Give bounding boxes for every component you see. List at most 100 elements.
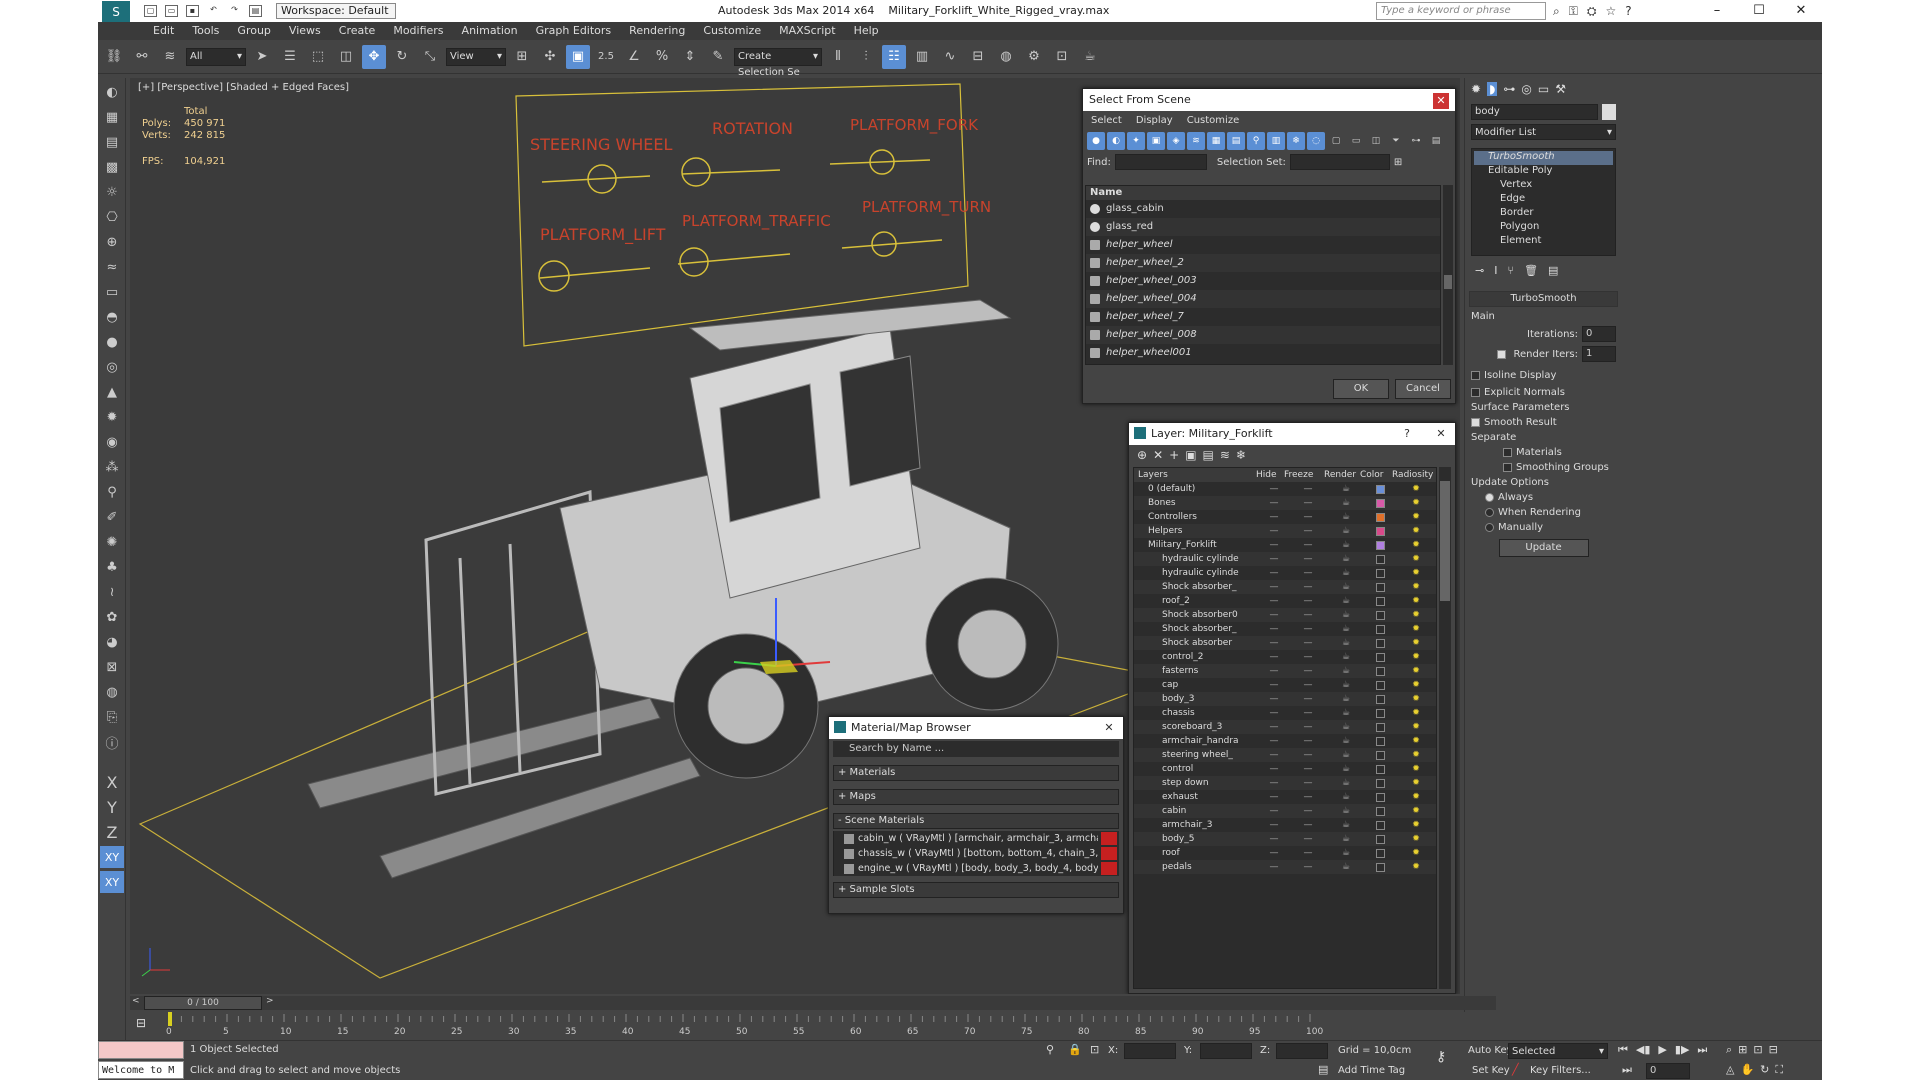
layer-row[interactable]: 0 (default) — — ☕ ✹ <box>1134 482 1436 496</box>
stack-edge[interactable]: Edge <box>1474 193 1613 207</box>
current-time-marker[interactable] <box>168 1012 172 1026</box>
filter-xrefs-icon[interactable]: ▤ <box>1227 132 1245 150</box>
close-icon[interactable]: ✕ <box>1433 426 1449 442</box>
layer-freeze-toggle-icon[interactable]: — <box>1288 538 1328 552</box>
isolate-selection-icon[interactable]: ⚲ <box>1046 1043 1054 1056</box>
cancel-button[interactable]: Cancel <box>1395 379 1451 399</box>
layer-render-toggle-icon[interactable]: ☕ <box>1328 622 1364 636</box>
section-sample-slots[interactable]: + Sample Slots <box>833 882 1119 898</box>
layer-freeze-toggle-icon[interactable]: — <box>1288 692 1328 706</box>
column-layers[interactable]: Layers <box>1134 468 1256 482</box>
layer-render-toggle-icon[interactable]: ☕ <box>1328 594 1364 608</box>
default-in-out-tangent-icon[interactable]: ╱ <box>1512 1063 1519 1076</box>
menu-animation[interactable]: Animation <box>453 22 527 40</box>
layer-freeze-toggle-icon[interactable]: — <box>1288 622 1328 636</box>
binoculars-icon[interactable]: ⌕ <box>1553 4 1560 19</box>
radiosity-icon[interactable]: ✹ <box>1396 706 1436 720</box>
layer-freeze-toggle-icon[interactable]: — <box>1288 832 1328 846</box>
go-to-end-icon[interactable]: ⏭ <box>1697 1043 1707 1057</box>
key-icon[interactable]: ⚷ <box>1436 1049 1446 1065</box>
align-icon[interactable]: ⫶ <box>854 45 878 69</box>
layer-row[interactable]: armchair_3— — ☕ ✹ <box>1134 818 1436 832</box>
scrollbar-thumb[interactable] <box>1440 481 1450 601</box>
layer-hide-toggle-icon[interactable]: — <box>1260 664 1288 678</box>
object-color-swatch[interactable] <box>1602 104 1616 120</box>
project-folder-icon[interactable]: ▤ <box>249 5 262 17</box>
menu-maxscript[interactable]: MAXScript <box>770 22 844 40</box>
menu-group[interactable]: Group <box>228 22 280 40</box>
radiosity-icon[interactable]: ✹ <box>1396 832 1436 846</box>
spacewarp-icon[interactable]: ≈ <box>100 256 124 278</box>
axis-y-icon[interactable]: Y <box>100 796 124 818</box>
open-file-icon[interactable]: ▭ <box>165 5 178 17</box>
layer-row[interactable]: Shock absorber_ — — ☕ ✹ <box>1134 622 1436 636</box>
layer-render-toggle-icon[interactable]: ☕ <box>1328 720 1364 734</box>
tab-display[interactable]: Display <box>1136 115 1173 126</box>
layer-freeze-toggle-icon[interactable]: — <box>1288 846 1328 860</box>
radiosity-icon[interactable]: ✹ <box>1396 608 1436 622</box>
layer-hide-toggle-icon[interactable]: — <box>1260 482 1288 496</box>
create-icon[interactable]: ◐ <box>100 81 124 103</box>
layer-render-toggle-icon[interactable]: ☕ <box>1328 580 1364 594</box>
time-slider-thumb[interactable]: 0 / 100 <box>144 996 262 1010</box>
stack-turbosmooth[interactable]: TurboSmooth <box>1474 151 1613 165</box>
window-crossing-icon[interactable]: ◫ <box>334 45 358 69</box>
column-color[interactable]: Color <box>1360 468 1392 482</box>
key-mode-toggle-icon[interactable]: ⏭ <box>1622 1063 1632 1077</box>
layer-color-cell[interactable] <box>1364 498 1396 508</box>
menu-edit[interactable]: Edit <box>144 22 183 40</box>
radiosity-icon[interactable]: ✹ <box>1396 538 1436 552</box>
layer-render-toggle-icon[interactable]: ☕ <box>1328 692 1364 706</box>
layer-render-toggle-icon[interactable]: ☕ <box>1328 734 1364 748</box>
layer-hide-toggle-icon[interactable]: — <box>1260 818 1288 832</box>
layer-hide-toggle-icon[interactable]: — <box>1260 496 1288 510</box>
layer-row[interactable]: step down — — ☕ ✹ <box>1134 776 1436 790</box>
explicit-normals-checkbox[interactable] <box>1471 387 1480 397</box>
radiosity-icon[interactable]: ✹ <box>1396 496 1436 510</box>
bone-icon[interactable]: ⚲ <box>100 481 124 503</box>
hide-all-icon[interactable]: ≋ <box>1220 448 1230 462</box>
layer-freeze-toggle-icon[interactable]: — <box>1288 762 1328 776</box>
layer-color-cell[interactable] <box>1364 526 1396 536</box>
curve-editor-icon[interactable]: ∿ <box>938 45 962 69</box>
axis-xy-icon[interactable]: XY <box>100 846 124 868</box>
layer-render-toggle-icon[interactable]: ☕ <box>1328 804 1364 818</box>
layer-hide-toggle-icon[interactable]: — <box>1260 776 1288 790</box>
particle-icon[interactable]: ⁂ <box>100 456 124 478</box>
menu-views[interactable]: Views <box>280 22 330 40</box>
selection-filter-dropdown[interactable]: All ▾ <box>186 47 246 66</box>
layer-freeze-toggle-icon[interactable]: — <box>1288 636 1328 650</box>
next-frame-icon[interactable]: ▮▶ <box>1675 1043 1690 1057</box>
auto-key-button[interactable]: Auto Key <box>1468 1045 1513 1056</box>
scene-object-item[interactable]: helper_wheel001 <box>1086 344 1440 362</box>
stack-vertex[interactable]: Vertex <box>1474 179 1613 193</box>
layer-row[interactable]: hydraulic cylinde — — ☕ ✹ <box>1134 552 1436 566</box>
layer-hide-toggle-icon[interactable]: — <box>1260 566 1288 580</box>
layer-hide-toggle-icon[interactable]: — <box>1260 650 1288 664</box>
layer-hide-toggle-icon[interactable]: — <box>1260 608 1288 622</box>
select-by-name-icon[interactable]: ☰ <box>278 45 302 69</box>
layer-freeze-toggle-icon[interactable]: — <box>1288 552 1328 566</box>
selection-set-tools-icon[interactable]: ⊞ <box>1394 157 1402 168</box>
section-maps[interactable]: + Maps <box>833 789 1119 805</box>
workspace-dropdown[interactable]: Workspace: Default <box>276 3 396 19</box>
radiosity-icon[interactable]: ✹ <box>1396 860 1436 874</box>
section-scene-materials[interactable]: - Scene Materials <box>833 813 1119 829</box>
pivot-center-icon[interactable]: ⊞ <box>510 45 534 69</box>
stack-element[interactable]: Element <box>1474 235 1613 249</box>
filter-shapes-icon[interactable]: ◐ <box>1107 132 1125 150</box>
undo-icon[interactable]: ↶ <box>207 5 220 17</box>
select-manipulate-icon[interactable]: ✣ <box>538 45 562 69</box>
select-object-icon[interactable]: ➤ <box>250 45 274 69</box>
selection-lock-icon[interactable]: 🔒 <box>1068 1043 1082 1056</box>
layer-color-cell[interactable] <box>1364 778 1396 788</box>
absolute-mode-icon[interactable]: ⊡ <box>1090 1043 1099 1056</box>
timeline-ruler[interactable]: ⊟ 0 5 10 15 20 25 30 35 40 45 50 55 60 65 70 75 80 85 90 95… <box>130 1012 1496 1040</box>
layer-color-cell[interactable] <box>1364 666 1396 676</box>
axis-x-icon[interactable]: X <box>100 771 124 793</box>
layer-scrollbar[interactable] <box>1439 467 1451 989</box>
layer-row[interactable]: exhaust — — ☕ ✹ <box>1134 790 1436 804</box>
welcome-field[interactable]: Welcome to M <box>98 1061 184 1079</box>
maxscript-listener-mini[interactable] <box>98 1041 184 1059</box>
radiosity-icon[interactable]: ✹ <box>1396 650 1436 664</box>
